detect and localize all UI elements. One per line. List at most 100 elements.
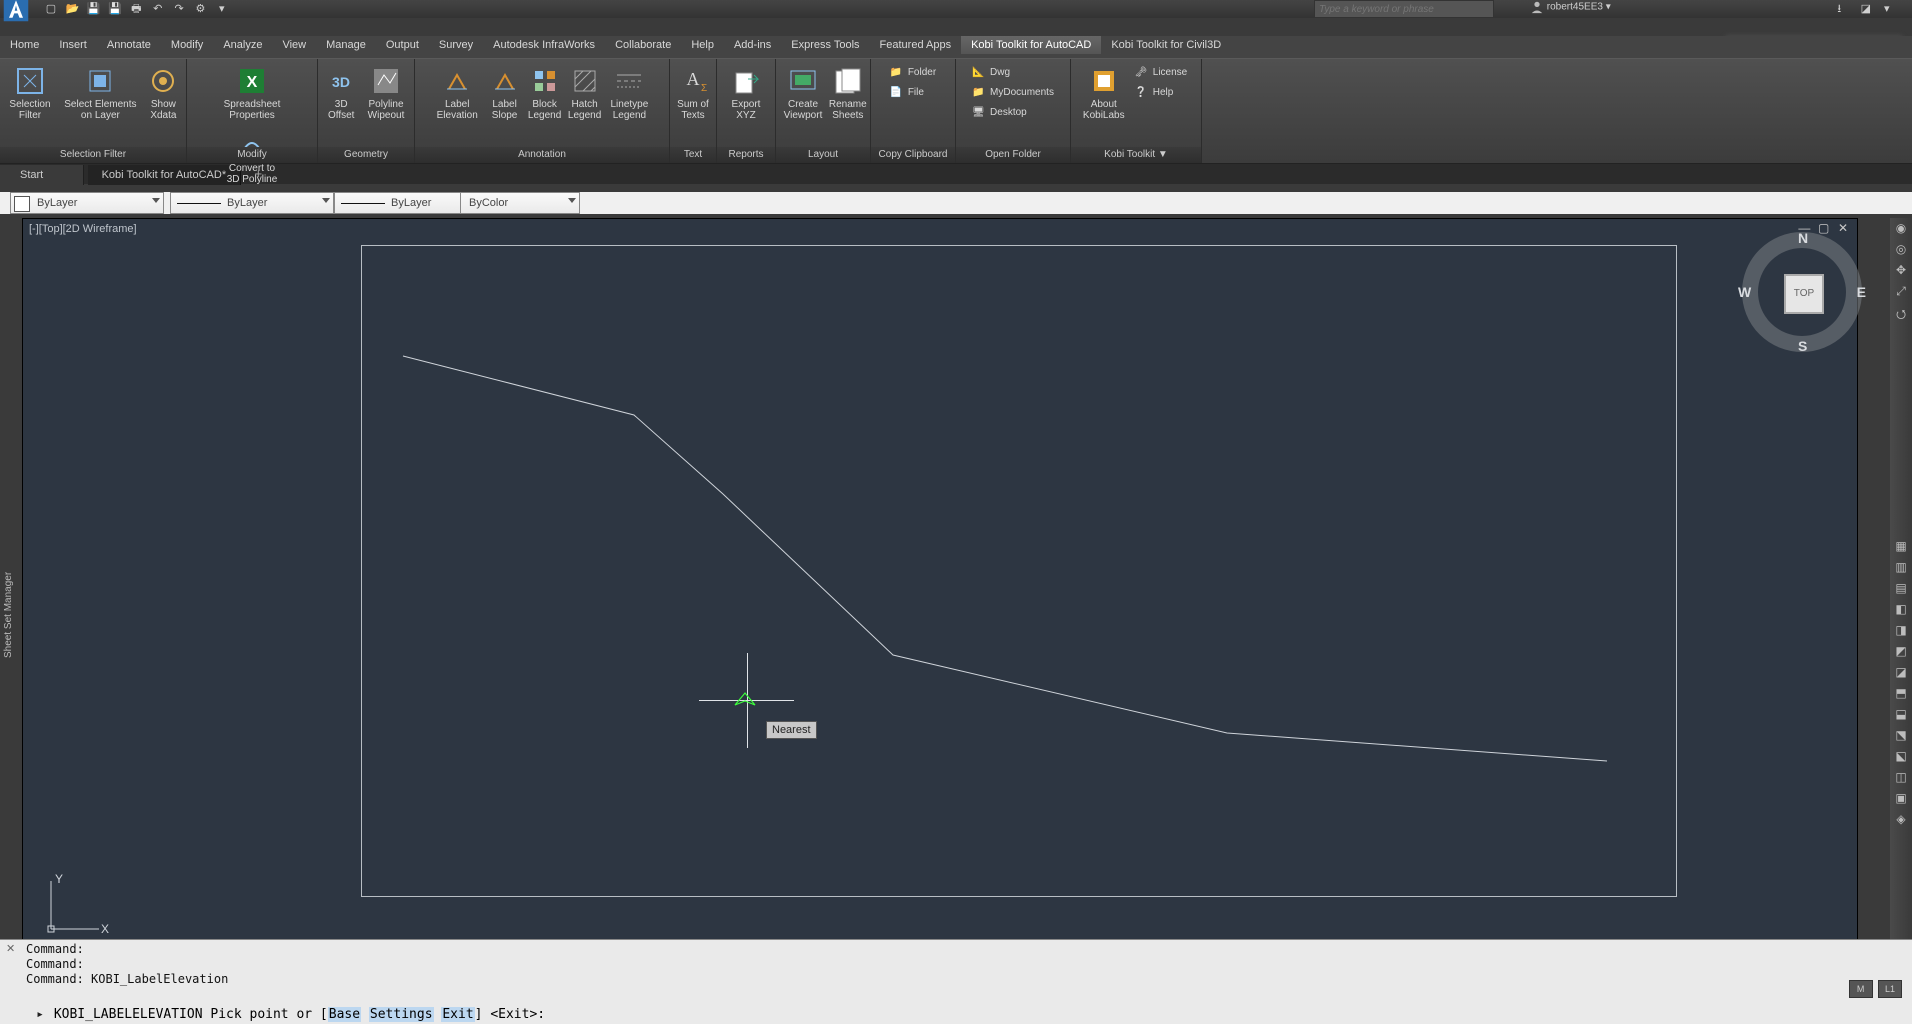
color-combo[interactable]: ByLayer bbox=[10, 192, 164, 214]
ribbon-tool[interactable]: LinetypeLegend bbox=[605, 59, 655, 123]
pan-icon[interactable]: ✥ bbox=[1892, 263, 1910, 281]
tool-icon: ❔ bbox=[1135, 85, 1149, 99]
ribbon-tool[interactable]: XSpreadsheetProperties bbox=[219, 59, 284, 123]
compass-e[interactable]: E bbox=[1857, 284, 1866, 300]
nav-tool-icon[interactable]: ⬕ bbox=[1892, 749, 1910, 767]
view-cube[interactable]: TOP N S W E bbox=[1742, 232, 1862, 352]
saveas-icon[interactable]: 💾 bbox=[106, 0, 124, 18]
compass-n[interactable]: N bbox=[1798, 230, 1808, 246]
chevron-down-icon[interactable]: ▾ bbox=[213, 0, 231, 18]
compass-w[interactable]: W bbox=[1738, 284, 1751, 300]
ribbon-tool[interactable]: RenameSheets bbox=[828, 59, 868, 123]
nav-tool-icon[interactable]: ⬓ bbox=[1892, 707, 1910, 725]
close-command-icon[interactable]: ✕ bbox=[6, 942, 15, 955]
app-icon[interactable] bbox=[2, 0, 30, 23]
menu-tab[interactable]: Collaborate bbox=[605, 36, 681, 54]
menu-tab[interactable]: Add-ins bbox=[724, 36, 781, 54]
redo-icon[interactable]: ↷ bbox=[170, 0, 188, 18]
nav-tool-icon[interactable]: ◨ bbox=[1892, 623, 1910, 641]
ribbon-tool[interactable]: SelectionFilter bbox=[3, 59, 58, 123]
ribbon-tool[interactable]: CreateViewport bbox=[778, 59, 828, 123]
prompt-option[interactable]: Base bbox=[328, 1007, 361, 1022]
ribbon-tool-small[interactable]: 🗝License bbox=[1129, 63, 1193, 83]
nav-tool-icon[interactable]: ▣ bbox=[1892, 791, 1910, 809]
nav-tool-icon[interactable]: ▤ bbox=[1892, 581, 1910, 599]
menu-tab[interactable]: Autodesk InfraWorks bbox=[483, 36, 605, 54]
nav-tool-icon[interactable]: ◈ bbox=[1892, 812, 1910, 830]
ribbon-tool[interactable]: HatchLegend bbox=[565, 59, 605, 123]
full-nav-icon[interactable]: ◉ bbox=[1892, 221, 1910, 239]
ribbon-panel: XSpreadsheetPropertiesConvert to3D Polyl… bbox=[187, 59, 318, 163]
tool-icon: X bbox=[236, 65, 268, 97]
menu-tab[interactable]: Analyze bbox=[213, 36, 272, 54]
search-input[interactable] bbox=[1314, 0, 1494, 18]
linetype-combo[interactable]: ByLayer bbox=[170, 192, 334, 214]
cube-face-top[interactable]: TOP bbox=[1784, 274, 1824, 314]
nav-tool-icon[interactable]: ▦ bbox=[1892, 539, 1910, 557]
ribbon-tool[interactable]: PolylineWipeout bbox=[361, 59, 411, 123]
ribbon-tool[interactable]: Select Elementson Layer bbox=[57, 59, 143, 123]
ribbon-tool-small[interactable]: 📁Folder bbox=[884, 63, 942, 83]
menu-tab[interactable]: Output bbox=[376, 36, 429, 54]
chevron-down-icon[interactable]: ▾ bbox=[1884, 2, 1900, 18]
nav-tool-icon[interactable]: ◫ bbox=[1892, 770, 1910, 788]
ribbon-tool-small[interactable]: 📄File bbox=[884, 83, 942, 103]
new-icon[interactable]: ▢ bbox=[42, 0, 60, 18]
ribbon-tool[interactable]: AΣSum ofTexts bbox=[673, 59, 713, 123]
nav-tool-icon[interactable]: ◧ bbox=[1892, 602, 1910, 620]
linetype-combo-label: ByLayer bbox=[227, 197, 267, 209]
prompt-option[interactable]: Exit bbox=[441, 1007, 474, 1022]
zoom-extents-icon[interactable]: ⤢ bbox=[1892, 284, 1910, 302]
menu-tab[interactable]: View bbox=[272, 36, 316, 54]
menu-tab[interactable]: Modify bbox=[161, 36, 213, 54]
properties-bar: ByLayer ByLayer ByLayer ByColor bbox=[0, 192, 1912, 214]
menu-tab[interactable]: Survey bbox=[429, 36, 483, 54]
menu-tab[interactable]: Home bbox=[0, 36, 49, 54]
viewport[interactable]: [-][Top][2D Wireframe] — ▢ ✕ Nearest Y X bbox=[22, 218, 1858, 944]
ribbon-tool[interactable]: 3D3DOffset bbox=[321, 59, 361, 123]
ribbon-tool-small[interactable]: 🖥Desktop bbox=[966, 103, 1060, 123]
tool-icon: 📄 bbox=[890, 85, 904, 99]
ribbon-tool-small[interactable]: 📐Dwg bbox=[966, 63, 1060, 83]
menu-tab[interactable]: Express Tools bbox=[781, 36, 869, 54]
plotstyle-combo[interactable]: ByColor bbox=[460, 192, 580, 214]
model-tab[interactable]: M bbox=[1849, 980, 1873, 998]
document-tab[interactable]: Kobi Toolkit for AutoCAD* bbox=[88, 165, 242, 185]
exchange-icon[interactable]: ⭳ bbox=[1837, 0, 1853, 16]
plot-icon[interactable]: 🖶 bbox=[127, 0, 145, 18]
menu-tab[interactable]: Help bbox=[681, 36, 724, 54]
menu-tab[interactable]: Insert bbox=[49, 36, 97, 54]
undo-icon[interactable]: ↶ bbox=[149, 0, 167, 18]
layout-tab[interactable]: L1 bbox=[1878, 980, 1902, 998]
compass-s[interactable]: S bbox=[1798, 338, 1807, 354]
ribbon-tool-small[interactable]: ❔Help bbox=[1129, 83, 1193, 103]
aapp-icon[interactable]: ◪ bbox=[1861, 2, 1877, 18]
steering-wheel-icon[interactable]: ◎ bbox=[1892, 242, 1910, 260]
menu-tab[interactable]: Kobi Toolkit for Civil3D bbox=[1101, 36, 1231, 54]
nav-tool-icon[interactable]: ⬔ bbox=[1892, 728, 1910, 746]
ribbon-tool[interactable]: BlockLegend bbox=[525, 59, 565, 123]
nav-tool-icon[interactable]: ◪ bbox=[1892, 665, 1910, 683]
ribbon-tool[interactable]: LabelSlope bbox=[485, 59, 525, 123]
ribbon-tool[interactable]: ExportXYZ bbox=[726, 59, 766, 123]
ribbon-tool[interactable]: ShowXdata bbox=[143, 59, 183, 123]
menu-tab[interactable]: Featured Apps bbox=[870, 36, 962, 54]
ribbon-tool[interactable]: LabelElevation bbox=[430, 59, 485, 123]
nav-tool-icon[interactable]: ◩ bbox=[1892, 644, 1910, 662]
ribbon-tool-small[interactable]: 📁MyDocuments bbox=[966, 83, 1060, 103]
menu-tab[interactable]: Annotate bbox=[97, 36, 161, 54]
save-icon[interactable]: 💾 bbox=[85, 0, 103, 18]
nav-tool-icon[interactable]: ▥ bbox=[1892, 560, 1910, 578]
menu-tab[interactable]: Kobi Toolkit for AutoCAD bbox=[961, 36, 1101, 54]
workspace-icon[interactable]: ⚙ bbox=[191, 0, 209, 18]
command-prompt[interactable]: ▸ KOBI_LABELELEVATION Pick point or [Bas… bbox=[34, 1007, 545, 1022]
orbit-icon[interactable]: ⭯ bbox=[1892, 305, 1910, 323]
nav-tool-icon[interactable]: ⬒ bbox=[1892, 686, 1910, 704]
ribbon-tool[interactable]: AboutKobiLabs bbox=[1079, 59, 1129, 123]
sheet-set-manager-tab[interactable]: Sheet Set Manager bbox=[3, 572, 14, 658]
menu-tab[interactable]: Manage bbox=[316, 36, 376, 54]
user-menu[interactable]: robert45EE3 ▾ bbox=[1530, 0, 1611, 14]
start-tab[interactable]: Start bbox=[0, 165, 84, 185]
open-icon[interactable]: 📂 bbox=[63, 0, 81, 18]
prompt-option[interactable]: Settings bbox=[369, 1007, 434, 1022]
